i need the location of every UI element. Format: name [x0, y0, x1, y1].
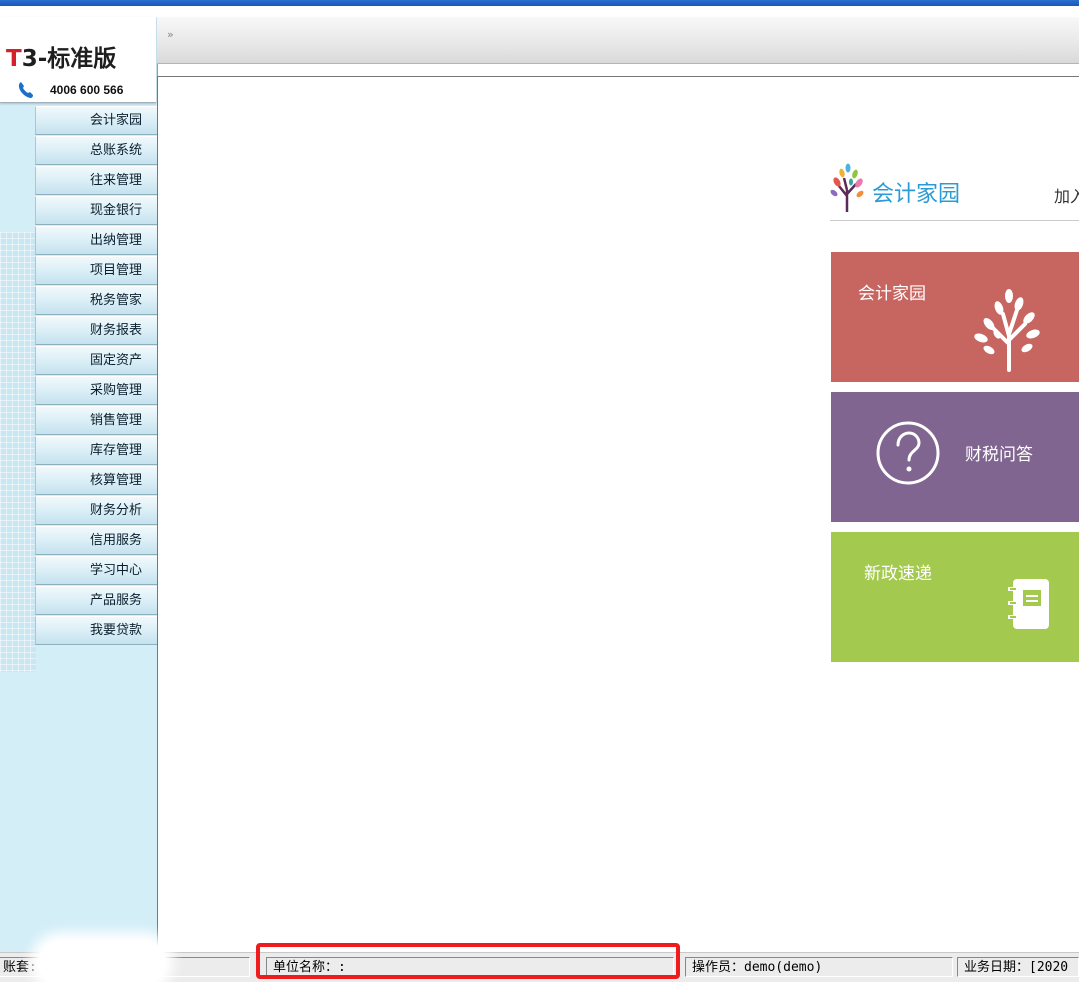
tree-logo-icon: [830, 163, 864, 212]
hotline-number: 4006 600 566: [50, 83, 124, 97]
status-business-date-label: 业务日期：[2020: [964, 960, 1069, 975]
status-operator: 操作员：demo(demo): [685, 957, 953, 977]
tile-policy-news-label: 新政速递: [864, 564, 932, 584]
sidebar-item-receivables[interactable]: 往来管理: [35, 166, 157, 195]
sidebar-item-cash-bank[interactable]: 现金银行: [35, 196, 157, 225]
phone-icon: [18, 82, 33, 98]
status-business-date: 业务日期：[2020: [957, 957, 1079, 977]
tree-icon: [974, 289, 1040, 372]
status-account-label: 账套:: [3, 960, 37, 975]
toolbar: »: [157, 17, 1079, 64]
sidebar-item-loan[interactable]: 我要贷款: [35, 616, 157, 645]
product-title-t: T: [6, 46, 22, 72]
sidebar-item-credit-service[interactable]: 信用服务: [35, 526, 157, 555]
sidebar-item-accounting-home[interactable]: 会计家园: [35, 106, 157, 135]
portal-title: 会计家园: [872, 182, 961, 207]
sidebar-nav: 会计家园 总账系统 往来管理 现金银行 出纳管理 项目管理 税务管家 财务报表 …: [35, 106, 157, 646]
portal-header: 会计家园 加入: [830, 158, 1079, 221]
sidebar-item-tax[interactable]: 税务管家: [35, 286, 157, 315]
sidebar-decoration: [0, 232, 36, 672]
sidebar-item-sales[interactable]: 销售管理: [35, 406, 157, 435]
sidebar-item-inventory[interactable]: 库存管理: [35, 436, 157, 465]
product-title: T3-标准版: [6, 39, 116, 73]
sidebar-item-purchasing[interactable]: 采购管理: [35, 376, 157, 405]
highlight-annotation: [256, 943, 680, 979]
product-logo: T3-标准版 4006 600 566: [0, 17, 156, 103]
notebook-icon: [1008, 579, 1049, 629]
tile-accounting-home[interactable]: 会计家园: [831, 252, 1079, 382]
menu-bar[interactable]: [0, 0, 1079, 6]
question-icon: [876, 421, 940, 485]
tile-accounting-home-label: 会计家园: [858, 284, 926, 304]
sidebar-item-financial-analysis[interactable]: 财务分析: [35, 496, 157, 525]
sidebar-item-cashier[interactable]: 出纳管理: [35, 226, 157, 255]
tile-policy-news[interactable]: 新政速递: [831, 532, 1079, 662]
sidebar-item-financial-reports[interactable]: 财务报表: [35, 316, 157, 345]
sidebar-item-product-service[interactable]: 产品服务: [35, 586, 157, 615]
sidebar-item-projects[interactable]: 项目管理: [35, 256, 157, 285]
sidebar-item-costing[interactable]: 核算管理: [35, 466, 157, 495]
tile-tax-qa[interactable]: 财税问答: [831, 392, 1079, 522]
portal-join-link[interactable]: 加入: [1054, 183, 1079, 207]
hotline-row: 4006 600 566: [16, 80, 123, 100]
tile-tax-qa-label: 财税问答: [965, 445, 1033, 465]
sidebar-item-fixed-assets[interactable]: 固定资产: [35, 346, 157, 375]
redaction-blur: [38, 940, 166, 985]
product-title-rest: 3-标准版: [21, 46, 117, 72]
sidebar-item-general-ledger[interactable]: 总账系统: [35, 136, 157, 165]
status-operator-label: 操作员：demo(demo): [692, 960, 823, 975]
sidebar-item-learning-center[interactable]: 学习中心: [35, 556, 157, 585]
expand-chevron-icon[interactable]: »: [167, 28, 174, 41]
